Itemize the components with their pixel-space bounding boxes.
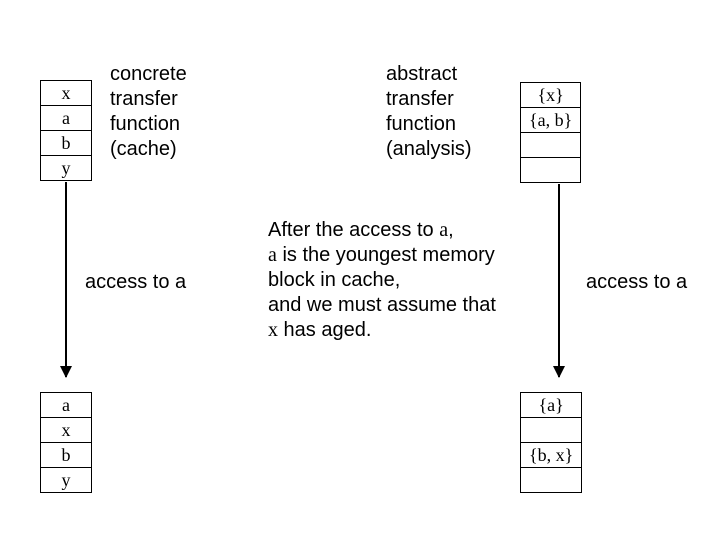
concrete-bottom-box: a x b y (40, 392, 92, 493)
explanation-text: After the access to a, a is the youngest… (268, 218, 578, 343)
cell: x (41, 418, 91, 443)
cell: {a} (521, 393, 581, 418)
cell: {a, b} (521, 108, 580, 133)
abstract-action: access to a (586, 270, 687, 295)
cell: y (41, 468, 91, 492)
cell: a (41, 106, 91, 131)
abstract-bottom-box: {a} {b, x} (520, 392, 582, 493)
abstract-label: abstract transfer function (analysis) (386, 62, 472, 162)
cell: x (41, 81, 91, 106)
abstract-top-box: {x} {a, b} (520, 82, 581, 183)
concrete-top-box: x a b y (40, 80, 92, 181)
cell (521, 133, 580, 158)
concrete-action: access to a (85, 270, 186, 295)
cell: y (41, 156, 91, 180)
concrete-label: concrete transfer function (cache) (110, 62, 187, 162)
cell: a (41, 393, 91, 418)
cell (521, 468, 581, 492)
arrow-icon (65, 182, 67, 377)
cell: b (41, 131, 91, 156)
cell (521, 158, 580, 182)
cell: {b, x} (521, 443, 581, 468)
cell: b (41, 443, 91, 468)
cell (521, 418, 581, 443)
cell: {x} (521, 83, 580, 108)
